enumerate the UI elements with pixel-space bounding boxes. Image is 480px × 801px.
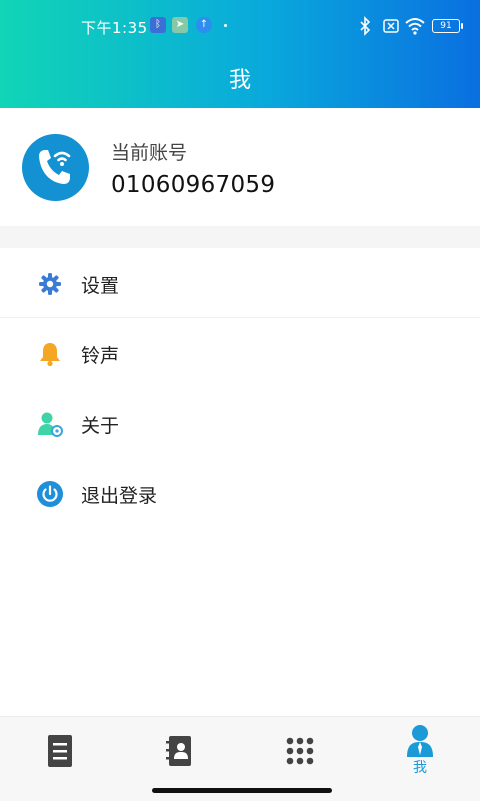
contacts-book-icon — [166, 736, 191, 766]
menu-label-settings: 设置 — [81, 275, 120, 297]
list-icon — [48, 735, 72, 767]
tab-dialpad[interactable] — [240, 717, 360, 787]
dialpad-icon — [286, 737, 314, 765]
app-header: 下午1:35 ᛒ ➤ ↑ 91 我 — [0, 0, 480, 108]
tab-call-log[interactable] — [0, 717, 120, 787]
status-time: 下午1:35 — [81, 19, 148, 37]
battery-icon: 91 — [432, 19, 463, 33]
menu-label-about: 关于 — [81, 415, 120, 437]
wifi-icon — [405, 18, 425, 35]
upload-notification-icon: ↑ — [196, 17, 212, 33]
home-indicator[interactable] — [152, 788, 332, 793]
menu-item-about[interactable]: 关于 — [0, 388, 480, 458]
page-title: 我 — [228, 68, 251, 93]
no-sim-icon — [383, 19, 399, 33]
bluetooth-icon — [360, 16, 371, 36]
menu-label-ringtone: 铃声 — [81, 345, 120, 367]
menu-item-logout[interactable]: 退出登录 — [0, 458, 480, 528]
menu-label-logout: 退出登录 — [81, 485, 158, 507]
navigation-notification-icon: ➤ — [172, 17, 188, 33]
bell-icon — [40, 343, 60, 367]
status-bar: 下午1:35 ᛒ ➤ ↑ 91 — [0, 0, 480, 50]
tab-contacts[interactable] — [120, 717, 240, 787]
gear-icon — [39, 273, 61, 295]
tab-me-label: 我 — [413, 760, 427, 776]
phone-wifi-icon — [22, 134, 89, 201]
power-icon — [37, 481, 63, 507]
more-notifications-dot — [224, 24, 227, 27]
user-info-icon — [38, 412, 63, 437]
account-number: 01060967059 — [111, 172, 276, 198]
account-card: 当前账号 01060967059 — [0, 108, 480, 226]
menu-item-ringtone[interactable]: 铃声 — [0, 318, 480, 388]
settings-menu: 设置 铃声 关于 退出登录 — [0, 248, 480, 528]
tab-me[interactable]: 我 — [360, 717, 480, 787]
section-divider — [0, 226, 480, 248]
me-icon — [407, 725, 433, 757]
menu-item-settings[interactable]: 设置 — [0, 248, 480, 318]
account-label: 当前账号 — [111, 142, 188, 164]
bluetooth-notification-icon: ᛒ — [150, 17, 166, 33]
